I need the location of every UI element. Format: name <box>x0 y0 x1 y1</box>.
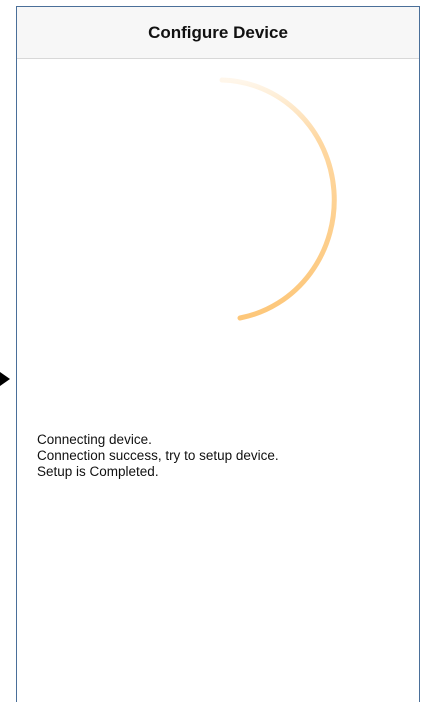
loading-spinner-icon <box>219 77 337 321</box>
status-log: Connecting device. Connection success, t… <box>37 432 407 480</box>
status-line-connecting: Connecting device. <box>37 432 152 447</box>
page: Configure Device Connecting device. Conn… <box>0 0 430 702</box>
page-title: Configure Device <box>148 22 288 42</box>
navigation-bar: Configure Device <box>17 7 419 59</box>
spinner-arc <box>219 77 337 321</box>
device-screen: Configure Device Connecting device. Conn… <box>16 6 420 702</box>
status-line-setup-completed: Setup is Completed. <box>37 464 159 479</box>
arrow-right-icon <box>0 372 10 386</box>
status-line-connection-success: Connection success, try to setup device. <box>37 448 279 463</box>
